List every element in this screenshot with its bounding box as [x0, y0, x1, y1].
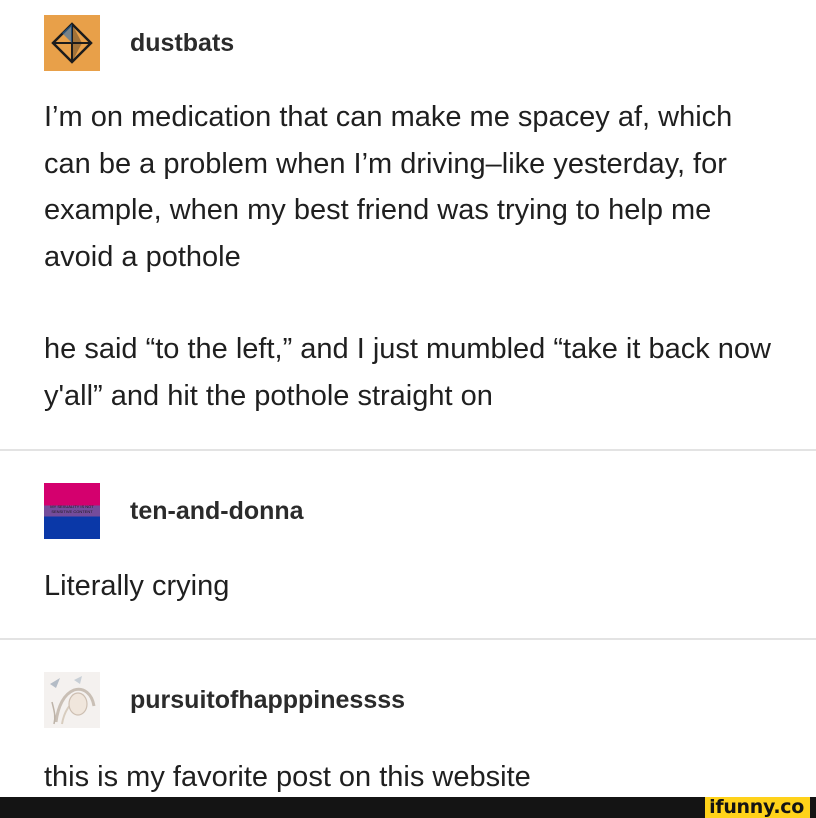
diamond-logo-icon — [44, 15, 100, 71]
username[interactable]: pursuitofhapppinessss — [130, 686, 405, 715]
post-body: Literally crying — [44, 563, 784, 610]
post-header: dustbats — [44, 15, 234, 71]
divider — [0, 449, 816, 451]
avatar-caption: MY SEXUALITY IS NOT SENSITIVE CONTENT — [50, 504, 94, 514]
avatar-dustbats[interactable] — [44, 15, 100, 71]
post-body: I’m on medication that can make me space… — [44, 94, 784, 419]
anime-sketch-avatar-icon — [44, 672, 100, 728]
post-header: MY SEXUALITY IS NOT SENSITIVE CONTENT te… — [44, 483, 304, 539]
post-paragraph: Literally crying — [44, 570, 230, 602]
divider — [0, 638, 816, 640]
post-paragraph: this is my favorite post on this website — [44, 761, 531, 793]
post-paragraph: he said “to the left,” and I just mumble… — [44, 333, 771, 412]
avatar-pursuitofhapppinessss[interactable] — [44, 672, 100, 728]
post-header: pursuitofhapppinessss — [44, 672, 405, 728]
post-body: this is my favorite post on this website — [44, 754, 784, 801]
avatar-ten-and-donna[interactable]: MY SEXUALITY IS NOT SENSITIVE CONTENT — [44, 483, 100, 539]
username[interactable]: ten-and-donna — [130, 497, 304, 526]
watermark-bar: ifunny.co — [0, 797, 816, 818]
ifunny-watermark[interactable]: ifunny.co — [705, 797, 810, 818]
post-paragraph: I’m on medication that can make me space… — [44, 101, 733, 273]
username[interactable]: dustbats — [130, 29, 234, 58]
